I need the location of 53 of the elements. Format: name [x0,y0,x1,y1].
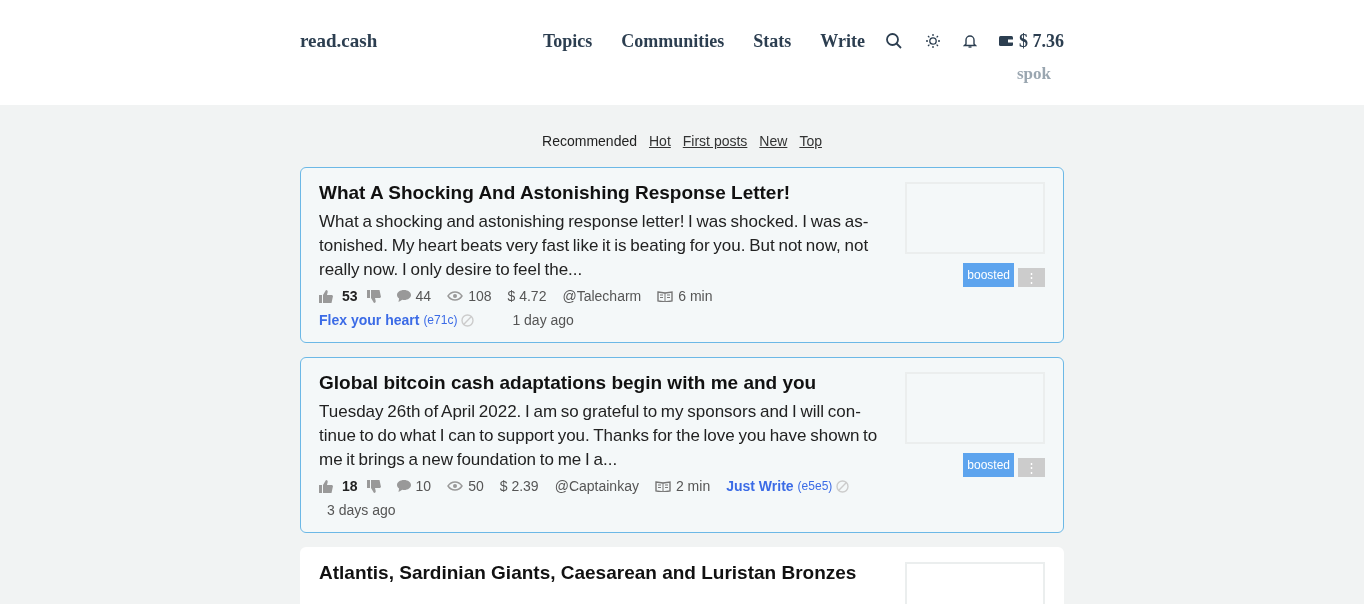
nav-link[interactable]: Communities [621,30,725,52]
community-link[interactable]: Just Write [726,476,794,496]
feed-tab[interactable]: Top [799,133,822,149]
wallet-balance[interactable]: $ 7.36 [1019,30,1064,52]
comment-icon [396,290,411,302]
thumbs-down-icon[interactable] [366,479,381,493]
thumbs-down-icon[interactable] [366,289,381,303]
comment-count: 44 [415,287,432,306]
view-count: 108 [468,287,492,306]
eye-icon [447,481,464,491]
read-time: 2 min [675,477,711,496]
like-count: 18 [342,477,358,496]
sun-icon[interactable] [925,33,941,49]
boosted-badge: boosted [963,262,1014,287]
boosted-badge: boosted [963,452,1014,477]
article-card[interactable] [300,167,1064,343]
wallet-icon[interactable] [999,35,1013,47]
article-excerpt: What a shocking and astonishing response letter! I was shocked. I was as-tonished. My heart beats very fast like it is beating for you. But not now, not really now. I only desire to feel the... [319,211,870,281]
feed-tab[interactable]: Hot [649,133,671,149]
author-link[interactable]: @Captainkay [554,476,639,496]
post-time: 3 days ago [327,501,396,520]
article-excerpt: Tuesday 26th of April 2022. I am so grateful to my sponsors and I will con-tinue to do what I can to support you. Thanks for the love you have shown to me it brings a new foundation to me I a... [319,401,879,471]
view-count: 50 [468,477,484,496]
earned-amount: $ 2.39 [499,477,539,496]
book-icon [654,480,671,492]
article-title[interactable]: Global bitcoin cash adaptations begin with me and you [319,372,895,394]
community-code: (e71c) [423,312,458,329]
like-count: 53 [342,287,358,306]
nav-link[interactable]: Stats [753,30,792,52]
community-link[interactable]: Flex your heart [319,310,420,330]
eye-icon [447,291,464,301]
read-time: 6 min [678,287,713,306]
nav-link[interactable]: Write [820,30,865,52]
earned-amount: $ 4.72 [507,287,547,306]
article-card[interactable]: Atlantis, Sardinian Giants, Caesarean and Luristan Bronzes [300,547,1064,604]
article-title[interactable]: Atlantis, Sardinian Giants, Caesarean and Luristan Bronzes [319,562,895,584]
post-time: 1 day ago [512,311,574,330]
community-code: (e5e5) [797,478,833,495]
bell-icon[interactable] [963,33,977,49]
comment-icon [396,480,411,492]
site-logo[interactable]: read.cash [300,30,378,52]
search-icon[interactable] [885,32,903,50]
author-link[interactable]: @Talecharm [562,286,642,306]
article-title[interactable]: What A Shocking And Astonishing Response Letter! [319,182,895,204]
thumbs-up-icon[interactable] [319,479,333,493]
feed-tab[interactable]: Recommended [542,133,637,149]
nav-link[interactable]: Topics [542,30,593,52]
book-icon [657,290,674,302]
thumbs-up-icon[interactable] [319,289,333,303]
feed-tab[interactable]: First posts [682,133,748,149]
comment-count: 10 [415,477,432,496]
article-card[interactable] [300,357,1064,533]
feed-tab[interactable]: New [759,133,788,149]
